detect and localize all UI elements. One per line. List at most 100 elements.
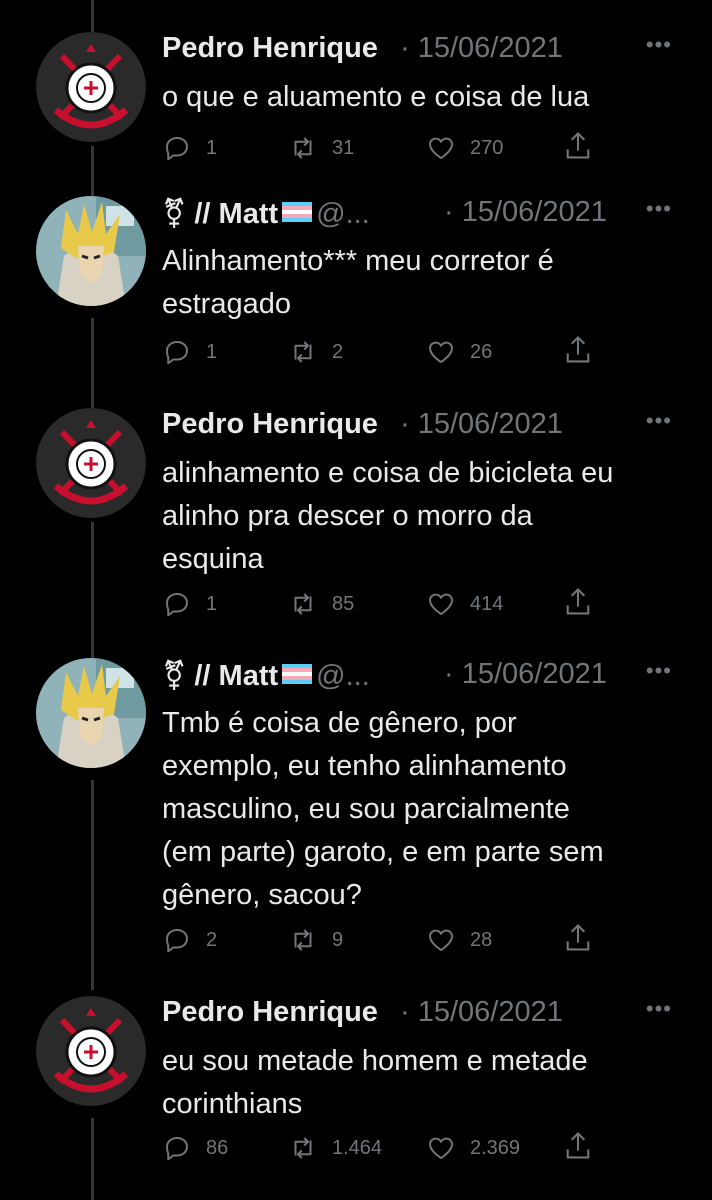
retweet-button[interactable]: 31	[288, 128, 354, 168]
gender-symbol-icon: ⚧	[162, 198, 195, 230]
author-name[interactable]: Pedro Henrique	[162, 408, 378, 441]
thread-line	[91, 146, 94, 196]
reply-count: 1	[206, 592, 218, 615]
tweet-header: Pedro Henrique · 15/06/2021 •••	[162, 32, 712, 76]
tweet-text-line: eu sou metade homem e metade	[162, 1045, 588, 1077]
thread-line	[91, 522, 94, 658]
thread-line	[91, 780, 94, 990]
retweet-icon	[294, 341, 312, 363]
share-icon	[566, 1131, 590, 1159]
tweet-actions: 86 1.464 2.369	[162, 1128, 712, 1168]
avatar[interactable]	[36, 408, 146, 518]
tweet-text-line: corinthians	[162, 1088, 303, 1120]
more-icon[interactable]: •••	[646, 408, 672, 434]
avatar[interactable]	[36, 32, 146, 142]
tweet-text-line: esquina	[162, 543, 264, 575]
like-button[interactable]: 26	[426, 332, 492, 372]
more-icon[interactable]: •••	[646, 658, 672, 684]
like-button[interactable]: 28	[426, 920, 492, 960]
retweet-count: 85	[332, 592, 355, 615]
thread-line	[91, 0, 94, 32]
heart-icon	[429, 341, 453, 364]
tweet-header: ⚧ // Matt @... · 15/06/2021 •••	[162, 196, 712, 240]
tweet-text-line: estragado	[162, 288, 291, 320]
tweet-header: Pedro Henrique · 15/06/2021 •••	[162, 408, 712, 452]
more-icon[interactable]: •••	[646, 196, 672, 222]
author-name[interactable]: ⚧ // Matt @...	[162, 196, 370, 231]
tweet-actions: 1 2 26	[162, 332, 712, 372]
tweet-text-line: masculino, eu sou parcialmente	[162, 793, 570, 825]
tweet-date[interactable]: · 15/06/2021	[444, 658, 607, 691]
tweet-text-line: gênero, sacou?	[162, 879, 362, 911]
reply-count: 2	[206, 928, 218, 951]
reply-button[interactable]: 1	[162, 128, 217, 168]
tweet-actions: 2 9 28	[162, 920, 712, 960]
reply-button[interactable]: 2	[162, 920, 217, 960]
share-icon	[566, 587, 590, 615]
more-icon[interactable]: •••	[646, 996, 672, 1022]
author-name[interactable]: Pedro Henrique	[162, 996, 378, 1029]
tweet-date[interactable]: · 15/06/2021	[400, 996, 563, 1029]
like-count: 2.369	[470, 1136, 521, 1159]
share-button[interactable]	[564, 130, 592, 167]
reply-button[interactable]: 86	[162, 1128, 228, 1168]
reply-icon	[166, 137, 188, 161]
tweet-text: Tmb é coisa de gênero, por exemplo, eu te…	[162, 702, 682, 917]
author-handle: @...	[316, 198, 370, 230]
share-button[interactable]	[564, 1130, 592, 1167]
like-count: 270	[470, 136, 504, 159]
retweet-count: 1.464	[332, 1136, 383, 1159]
reply-button[interactable]: 1	[162, 584, 217, 624]
tweet-text: Alinhamento*** meu corretor é estragado	[162, 240, 682, 326]
tweet-date[interactable]: · 15/06/2021	[444, 196, 607, 229]
tweet-text-line: Alinhamento*** meu corretor é	[162, 245, 554, 277]
tweet-date[interactable]: · 15/06/2021	[400, 32, 563, 65]
author-name[interactable]: ⚧ // Matt @...	[162, 658, 370, 693]
share-button[interactable]	[564, 586, 592, 623]
reply-icon	[166, 929, 188, 953]
heart-icon	[429, 137, 453, 160]
heart-icon	[429, 929, 453, 952]
reply-count: 1	[206, 340, 218, 363]
reply-button[interactable]: 1	[162, 332, 217, 372]
share-button[interactable]	[564, 334, 592, 371]
retweet-button[interactable]: 9	[288, 920, 343, 960]
corinthians-crest-icon	[36, 996, 146, 1106]
corinthians-crest-icon	[36, 408, 146, 518]
author-display-name: // Matt	[194, 660, 279, 692]
share-button[interactable]	[564, 922, 592, 959]
tweet-header: Pedro Henrique · 15/06/2021 •••	[162, 996, 712, 1040]
reply-count: 86	[206, 1136, 229, 1159]
author-display-name: // Matt	[194, 198, 279, 230]
like-button[interactable]: 414	[426, 584, 503, 624]
reply-icon	[166, 1137, 188, 1161]
tweet-actions: 1 85 414	[162, 584, 712, 624]
retweet-icon	[294, 929, 312, 951]
tweet-text-line: alinhamento e coisa de bicicleta eu	[162, 457, 614, 489]
corinthians-crest-icon	[36, 32, 146, 142]
share-icon	[566, 131, 590, 159]
gender-symbol-icon: ⚧	[162, 660, 195, 692]
anime-avatar-icon	[36, 196, 146, 306]
like-button[interactable]: 270	[426, 128, 503, 168]
share-icon	[566, 923, 590, 951]
retweet-button[interactable]: 1.464	[288, 1128, 382, 1168]
trans-flag-icon	[282, 664, 313, 685]
tweet-header: ⚧ // Matt @... · 15/06/2021 •••	[162, 658, 712, 702]
tweet-text: eu sou metade homem e metade corinthians	[162, 1040, 682, 1126]
retweet-button[interactable]: 85	[288, 584, 354, 624]
like-count: 26	[470, 340, 493, 363]
like-count: 28	[470, 928, 493, 951]
tweet-date[interactable]: · 15/06/2021	[400, 408, 563, 441]
avatar[interactable]	[36, 658, 146, 768]
tweet-text-line: (em parte) garoto, e em parte sem	[162, 836, 604, 868]
like-button[interactable]: 2.369	[426, 1128, 520, 1168]
avatar[interactable]	[36, 196, 146, 306]
more-icon[interactable]: •••	[646, 32, 672, 58]
author-name[interactable]: Pedro Henrique	[162, 32, 378, 65]
tweet-text-line: o que e aluamento e coisa de lua	[162, 81, 590, 113]
avatar[interactable]	[36, 996, 146, 1106]
retweet-icon	[294, 137, 312, 159]
retweet-icon	[294, 593, 312, 615]
retweet-button[interactable]: 2	[288, 332, 343, 372]
